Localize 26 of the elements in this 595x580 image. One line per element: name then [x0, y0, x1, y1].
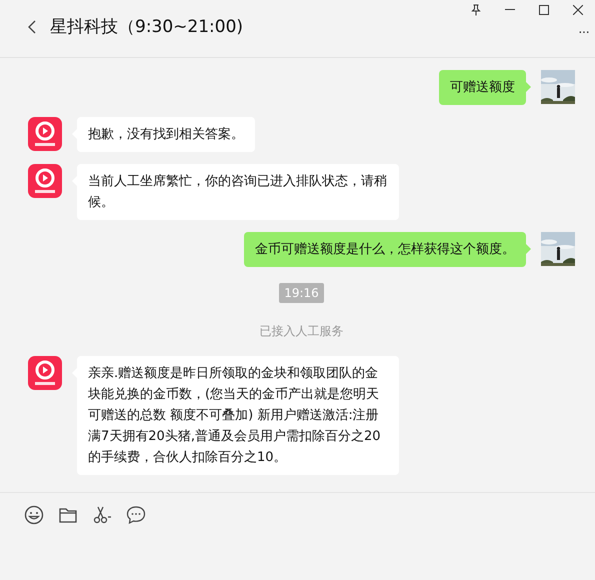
- received-message: 亲亲.赠送额度是昨日所领取的金块和领取团队的金块能兑换的金币数，(您当天的金币产出就是您明天可赠送的总数 额度不可叠加) 新用户赠送激活:注册满7天拥有20头猪,普通及会员用户需扣除百分之20的手续费，合伙人扣除百分之10。: [77, 356, 399, 475]
- timestamp: 19:16: [279, 283, 324, 303]
- minimize-icon: [505, 9, 515, 11]
- close-icon: [573, 5, 583, 15]
- more-button[interactable]: ···: [578, 24, 589, 38]
- avatar-icon: [28, 117, 62, 151]
- smiley-icon: [24, 505, 44, 525]
- scissors-icon: [92, 505, 112, 525]
- received-message: 当前人工坐席繁忙，你的咨询已进入排队状态，请稍候。: [77, 164, 399, 220]
- maximize-icon: [539, 5, 549, 15]
- system-notice: 已接入人工服务: [260, 323, 344, 340]
- sent-message: 金币可赠送额度是什么，怎样获得这个额度。: [244, 232, 526, 267]
- back-icon: [28, 20, 36, 34]
- screenshot-button[interactable]: [92, 505, 112, 525]
- bubble-tail: [526, 82, 531, 92]
- bubble-tail: [526, 244, 531, 254]
- speech-bubble-icon: [126, 505, 146, 525]
- sent-message: 可赠送额度: [439, 70, 526, 105]
- pin-icon: [470, 4, 482, 16]
- emoji-button[interactable]: [24, 505, 44, 525]
- avatar-icon: [28, 164, 62, 198]
- window-title: 星抖科技（9:30~21:00): [50, 16, 244, 38]
- chat-history-button[interactable]: [126, 505, 146, 525]
- avatar-icon: [28, 356, 62, 390]
- received-message: 抱歉，没有找到相关答案。: [77, 117, 255, 152]
- back-button[interactable]: [28, 20, 36, 34]
